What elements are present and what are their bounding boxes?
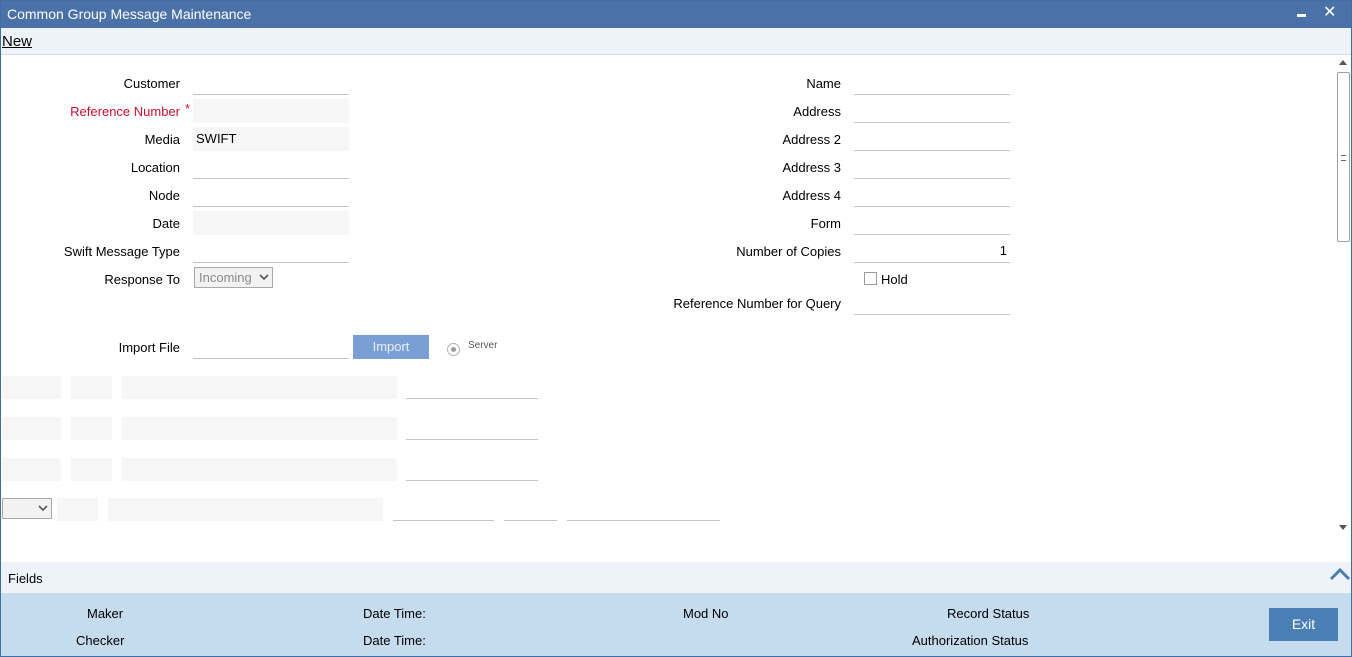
authorization-status-label: Authorization Status bbox=[912, 633, 1029, 648]
mod-no-label: Mod No bbox=[683, 606, 729, 621]
reference-number-input[interactable] bbox=[193, 99, 349, 123]
response-to-select[interactable]: Incoming bbox=[194, 267, 273, 288]
hold-checkbox[interactable] bbox=[864, 272, 877, 285]
swift-message-type-input[interactable] bbox=[193, 239, 349, 263]
address-label: Address bbox=[793, 104, 841, 119]
minimize-icon[interactable] bbox=[1293, 1, 1311, 28]
audit-footer: Maker Checker Date Time: Date Time: Mod … bbox=[1, 593, 1351, 656]
unlabeled-field[interactable] bbox=[406, 439, 538, 440]
record-status-label: Record Status bbox=[947, 606, 1030, 621]
name-label: Name bbox=[806, 76, 841, 91]
response-to-value: Incoming bbox=[199, 270, 252, 285]
reference-number-for-query-input[interactable] bbox=[854, 291, 1010, 315]
required-marker: * bbox=[185, 101, 191, 116]
chevron-down-icon bbox=[38, 505, 48, 512]
vertical-scrollbar[interactable] bbox=[1336, 56, 1351, 534]
unlabeled-field[interactable] bbox=[406, 398, 538, 399]
unlabeled-field[interactable] bbox=[71, 458, 112, 481]
chevron-up-icon[interactable] bbox=[1329, 565, 1351, 585]
address4-label: Address 4 bbox=[782, 188, 841, 203]
media-input[interactable] bbox=[193, 127, 349, 151]
close-icon[interactable]: ✕ bbox=[1323, 2, 1336, 22]
form-input[interactable] bbox=[854, 211, 1010, 235]
checker-date-time-label: Date Time: bbox=[363, 633, 426, 648]
title-bar: Common Group Message Maintenance ✕ bbox=[1, 1, 1351, 28]
unlabeled-field[interactable] bbox=[504, 520, 557, 521]
location-label: Location bbox=[130, 160, 180, 175]
unlabeled-field[interactable] bbox=[2, 376, 61, 399]
unlabeled-field[interactable] bbox=[71, 417, 112, 440]
unlabeled-field[interactable] bbox=[122, 417, 397, 440]
scroll-up-icon[interactable] bbox=[1339, 60, 1347, 65]
main-window: Common Group Message Maintenance ✕ New C… bbox=[0, 0, 1352, 657]
unlabeled-select[interactable] bbox=[2, 498, 52, 519]
unlabeled-field[interactable] bbox=[108, 498, 383, 521]
name-input[interactable] bbox=[854, 71, 1010, 95]
unlabeled-field[interactable] bbox=[122, 458, 397, 481]
date-input[interactable] bbox=[193, 211, 349, 235]
address3-label: Address 3 bbox=[782, 160, 841, 175]
server-radio-label: Server bbox=[468, 340, 498, 351]
hold-label: Hold bbox=[881, 272, 908, 287]
address2-input[interactable] bbox=[854, 127, 1010, 151]
date-label: Date bbox=[152, 216, 180, 231]
address4-input[interactable] bbox=[854, 183, 1010, 207]
reference-number-for-query-label: Reference Number for Query bbox=[673, 296, 841, 311]
location-input[interactable] bbox=[193, 155, 349, 179]
import-file-input[interactable] bbox=[193, 335, 349, 359]
node-input[interactable] bbox=[193, 183, 349, 207]
window-title: Common Group Message Maintenance bbox=[7, 6, 252, 22]
address-input[interactable] bbox=[854, 99, 1010, 123]
unlabeled-field[interactable] bbox=[393, 520, 494, 521]
import-file-label: Import File bbox=[118, 340, 180, 355]
media-label: Media bbox=[144, 132, 180, 147]
form-label: Form bbox=[810, 216, 841, 231]
response-to-label: Response To bbox=[104, 272, 180, 287]
customer-label: Customer bbox=[123, 76, 180, 91]
scroll-down-icon[interactable] bbox=[1339, 525, 1347, 530]
fields-label[interactable]: Fields bbox=[8, 571, 43, 586]
customer-input[interactable] bbox=[193, 71, 349, 95]
address2-label: Address 2 bbox=[782, 132, 841, 147]
unlabeled-field[interactable] bbox=[2, 417, 61, 440]
exit-button[interactable]: Exit bbox=[1269, 608, 1338, 641]
maker-date-time-label: Date Time: bbox=[363, 606, 426, 621]
new-link[interactable]: New bbox=[2, 33, 32, 50]
unlabeled-field[interactable] bbox=[71, 376, 112, 399]
unlabeled-field[interactable] bbox=[567, 520, 720, 521]
reference-number-label: Reference Number bbox=[70, 104, 180, 119]
grip-icon bbox=[1341, 155, 1346, 161]
import-button[interactable]: Import bbox=[353, 335, 429, 359]
server-radio[interactable] bbox=[447, 343, 460, 356]
unlabeled-field[interactable] bbox=[57, 498, 98, 521]
address3-input[interactable] bbox=[854, 155, 1010, 179]
toolbar: New bbox=[1, 28, 1351, 55]
checker-label: Checker bbox=[76, 633, 125, 648]
node-label: Node bbox=[148, 188, 180, 203]
number-of-copies-input[interactable] bbox=[854, 239, 1010, 263]
fields-section: Fields bbox=[1, 562, 1351, 593]
swift-message-type-label: Swift Message Type bbox=[63, 244, 180, 259]
number-of-copies-label: Number of Copies bbox=[736, 244, 841, 259]
scrollbar-thumb[interactable] bbox=[1337, 72, 1350, 242]
unlabeled-field[interactable] bbox=[406, 480, 538, 481]
unlabeled-field[interactable] bbox=[122, 376, 397, 399]
maker-label: Maker bbox=[87, 606, 124, 621]
unlabeled-field[interactable] bbox=[2, 458, 61, 481]
chevron-down-icon bbox=[259, 274, 269, 281]
